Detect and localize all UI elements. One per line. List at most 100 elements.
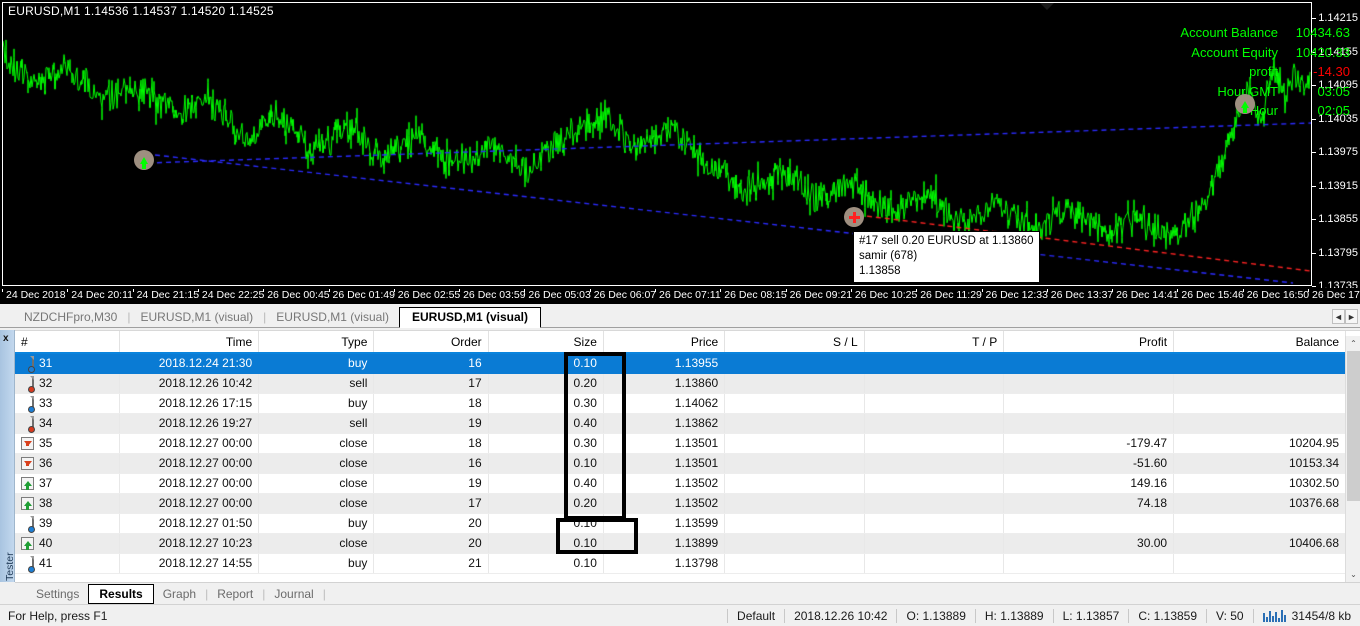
results-vertical-scrollbar[interactable]: ⌃ ⌄ xyxy=(1345,336,1360,582)
tester-tab-settings[interactable]: Settings xyxy=(27,585,88,603)
cell-time[interactable]: 2018.12.26 19:27 xyxy=(119,413,259,433)
chart-tab-bar[interactable]: NZDCHFpro,M30|EURUSD,M1 (visual)|EURUSD,… xyxy=(0,306,1360,328)
cell-type[interactable]: close xyxy=(259,433,374,453)
cell-sl[interactable] xyxy=(725,433,865,453)
cell-time[interactable]: 2018.12.27 00:00 xyxy=(119,473,259,493)
tester-tab-results[interactable]: Results xyxy=(88,584,153,604)
cell-time[interactable]: 2018.12.26 10:42 xyxy=(119,373,259,393)
cell-balance[interactable]: 10406.68 xyxy=(1174,533,1346,553)
cell-order[interactable]: 18 xyxy=(374,433,488,453)
cell-order[interactable]: 20 xyxy=(374,513,488,533)
cell-profit[interactable]: -179.47 xyxy=(1004,433,1174,453)
cell-type[interactable]: close xyxy=(259,533,374,553)
chart-marker-sell[interactable] xyxy=(844,207,864,227)
cell-time[interactable]: 2018.12.27 00:00 xyxy=(119,493,259,513)
cell-sl[interactable] xyxy=(725,533,865,553)
cell-profit[interactable] xyxy=(1004,513,1174,533)
cell-tp[interactable] xyxy=(864,513,1004,533)
column-header-[interactable]: # xyxy=(15,331,119,353)
cell-balance[interactable] xyxy=(1174,413,1346,433)
cell-price[interactable]: 1.13798 xyxy=(603,553,724,573)
cell-size[interactable]: 0.30 xyxy=(488,433,603,453)
table-row[interactable]: 412018.12.27 14:55buy210.101.13798 xyxy=(15,553,1346,573)
tester-tab-graph[interactable]: Graph xyxy=(154,585,205,603)
cell-number[interactable]: 35 xyxy=(15,433,119,453)
cell-type[interactable]: buy xyxy=(259,393,374,413)
cell-order[interactable]: 19 xyxy=(374,413,488,433)
cell-balance[interactable]: 10153.34 xyxy=(1174,453,1346,473)
cell-type[interactable]: buy xyxy=(259,353,374,373)
cell-time[interactable]: 2018.12.24 21:30 xyxy=(119,353,259,373)
cell-type[interactable]: sell xyxy=(259,373,374,393)
cell-number[interactable]: 37 xyxy=(15,473,119,493)
cell-profit[interactable]: -51.60 xyxy=(1004,453,1174,473)
table-row[interactable]: 402018.12.27 10:23close200.101.1389930.0… xyxy=(15,533,1346,553)
scroll-down-icon[interactable]: ⌄ xyxy=(1346,567,1360,582)
cell-profit[interactable] xyxy=(1004,553,1174,573)
cell-order[interactable]: 20 xyxy=(374,533,488,553)
table-row[interactable]: 332018.12.26 17:15buy180.301.14062 xyxy=(15,393,1346,413)
chart-marker-cursor[interactable] xyxy=(1235,94,1255,114)
column-header-order[interactable]: Order xyxy=(374,331,488,353)
time-axis[interactable]: 24 Dec 201824 Dec 20:1124 Dec 21:1524 De… xyxy=(0,288,1360,304)
cell-time[interactable]: 2018.12.27 01:50 xyxy=(119,513,259,533)
table-row[interactable]: 342018.12.26 19:27sell190.401.13862 xyxy=(15,413,1346,433)
cell-tp[interactable] xyxy=(864,553,1004,573)
cell-order[interactable]: 17 xyxy=(374,373,488,393)
cell-profit[interactable] xyxy=(1004,373,1174,393)
cell-type[interactable]: close xyxy=(259,453,374,473)
cell-size[interactable]: 0.10 xyxy=(488,353,603,373)
cell-sl[interactable] xyxy=(725,513,865,533)
results-table[interactable]: #TimeTypeOrderSizePriceS / LT / PProfitB… xyxy=(15,331,1346,574)
cell-number[interactable]: 40 xyxy=(15,533,119,553)
cell-price[interactable]: 1.13502 xyxy=(603,473,724,493)
results-body[interactable]: 312018.12.24 21:30buy160.101.13955322018… xyxy=(15,353,1346,573)
cell-profit[interactable] xyxy=(1004,353,1174,373)
cell-price[interactable]: 1.13599 xyxy=(603,513,724,533)
cell-tp[interactable] xyxy=(864,413,1004,433)
cell-time[interactable]: 2018.12.27 14:55 xyxy=(119,553,259,573)
column-header-sl[interactable]: S / L xyxy=(725,331,865,353)
cell-type[interactable]: buy xyxy=(259,513,374,533)
cell-type[interactable]: buy xyxy=(259,553,374,573)
cell-profit[interactable]: 30.00 xyxy=(1004,533,1174,553)
column-header-type[interactable]: Type xyxy=(259,331,374,353)
chart-tab-2[interactable]: EURUSD,M1 (visual) xyxy=(266,308,399,327)
cell-sl[interactable] xyxy=(725,493,865,513)
tester-tab-bar[interactable]: SettingsResultsGraph|Report|Journal| xyxy=(15,582,1360,604)
cell-balance[interactable]: 10376.68 xyxy=(1174,493,1346,513)
cell-price[interactable]: 1.13899 xyxy=(603,533,724,553)
cell-tp[interactable] xyxy=(864,433,1004,453)
cell-type[interactable]: sell xyxy=(259,413,374,433)
results-header-row[interactable]: #TimeTypeOrderSizePriceS / LT / PProfitB… xyxy=(15,331,1346,353)
tab-nav-next-icon[interactable]: ► xyxy=(1345,309,1358,324)
chart-tab-1[interactable]: EURUSD,M1 (visual) xyxy=(130,308,263,327)
cell-balance[interactable] xyxy=(1174,353,1346,373)
chart-marker-buy[interactable] xyxy=(134,150,154,170)
cell-balance[interactable]: 10302.50 xyxy=(1174,473,1346,493)
scrollbar-thumb[interactable] xyxy=(1347,351,1360,501)
cell-price[interactable]: 1.13501 xyxy=(603,433,724,453)
cell-price[interactable]: 1.13860 xyxy=(603,373,724,393)
cell-balance[interactable] xyxy=(1174,513,1346,533)
chart-panel[interactable]: EURUSD,M1 1.14536 1.14537 1.14520 1.1452… xyxy=(0,0,1360,304)
cell-tp[interactable] xyxy=(864,453,1004,473)
cell-price[interactable]: 1.14062 xyxy=(603,393,724,413)
table-row[interactable]: 362018.12.27 00:00close160.101.13501-51.… xyxy=(15,453,1346,473)
close-icon[interactable]: x xyxy=(3,333,9,344)
cell-sl[interactable] xyxy=(725,553,865,573)
column-header-size[interactable]: Size xyxy=(488,331,603,353)
table-row[interactable]: 392018.12.27 01:50buy200.101.13599 xyxy=(15,513,1346,533)
cell-tp[interactable] xyxy=(864,473,1004,493)
column-header-profit[interactable]: Profit xyxy=(1004,331,1174,353)
cell-balance[interactable]: 10204.95 xyxy=(1174,433,1346,453)
table-row[interactable]: 312018.12.24 21:30buy160.101.13955 xyxy=(15,353,1346,373)
table-row[interactable]: 352018.12.27 00:00close180.301.13501-179… xyxy=(15,433,1346,453)
chart-canvas[interactable] xyxy=(2,2,1312,286)
table-row[interactable]: 382018.12.27 00:00close170.201.1350274.1… xyxy=(15,493,1346,513)
cell-tp[interactable] xyxy=(864,533,1004,553)
chart-tab-nav[interactable]: ◄ ► xyxy=(1332,309,1358,324)
results-grid[interactable]: #TimeTypeOrderSizePriceS / LT / PProfitB… xyxy=(15,330,1360,582)
cell-number[interactable]: 39 xyxy=(15,513,119,533)
cell-size[interactable]: 0.40 xyxy=(488,473,603,493)
